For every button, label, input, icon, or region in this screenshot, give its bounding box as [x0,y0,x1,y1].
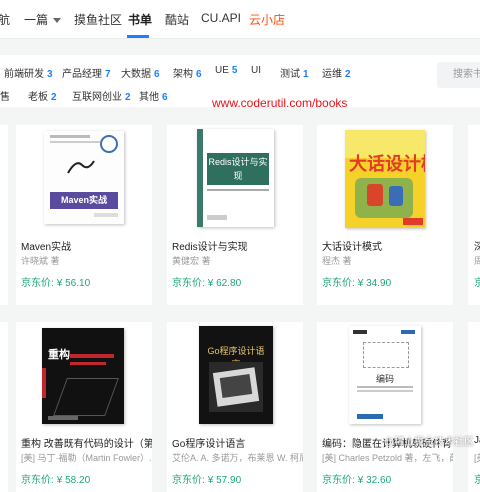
book-card-redis[interactable]: Redis设计与实现 Redis设计与实现 黄健宏 著 京东价: ¥ 62.80 [167,125,303,305]
book-card-dahua[interactable]: 大话设计模式 大话设计模式 程杰 著 京东价:¥ 34.90 [317,125,453,305]
book-price: 京东价: ¥ 58.20 [21,475,91,486]
book-price: 京东价: ¥ 57.90 [172,475,242,486]
nav-item-kuzhan[interactable]: 酷站 [165,11,189,28]
nav-item-yunxiaodian[interactable]: 云小店 [249,11,285,28]
top-nav: 航 一篇 摸鱼社区 书单 酷站 CU.API 云小店 [0,0,480,39]
chevron-down-icon [53,18,62,24]
nav-item-label: 一篇 [24,13,49,27]
book-title[interactable]: 深 [474,238,480,253]
book-price: 京东价: ¥ 32.60 [322,475,392,486]
book-cover: Redis设计与实现 [167,125,303,228]
book-title[interactable]: Redis设计与实现 [172,238,248,253]
book-card-maven[interactable]: Maven实战 Maven实战 许晓斌 著 京东价: ¥ 56.10 [16,125,152,305]
book-author: [美 [474,453,480,463]
book-title[interactable]: 大话设计模式 [322,238,382,253]
active-tab-indicator [127,35,149,38]
book-price: 京东价: ¥ 56.10 [21,278,91,289]
maven-book-image: Maven实战 [44,131,124,224]
category-ue[interactable]: UE 5 [215,65,237,76]
dahua-book-image: 大话设计模式 [345,130,425,228]
book-price: 京东价: ¥ 62.80 [172,278,242,289]
category-testing[interactable]: 测试 1 [280,65,309,80]
category-ui[interactable]: UI [251,65,264,76]
category-bigdata[interactable]: 大数据 6 [121,65,160,80]
category-other[interactable]: 其他 6 [139,88,168,103]
search-input[interactable]: 搜索书籍 [437,62,480,88]
category-pm[interactable]: 产品经理 7 [62,65,111,80]
book-price: 京东价: ¥ 34.90 [322,278,392,289]
book-title[interactable]: Maven实战 [21,238,71,253]
category-boss[interactable]: 老板 2 [28,88,57,103]
book-card-refactoring[interactable]: 重构 重构 改善既有代码的设计（第... [美] 马丁·福勒（Martin Fo… [16,322,152,492]
nav-item-cuapi[interactable]: CU.API [201,11,241,25]
book-author: [美] Charles Petzold 著，左飞，薛... [322,453,453,463]
book-title[interactable]: 重构 改善既有代码的设计（第... [21,435,152,450]
nav-item-shudan[interactable]: 书单 [128,11,152,28]
refactoring-book-image: 重构 [42,328,124,424]
book-author: 艾伦A. A. 多诺万，布莱恩 W. 柯尼汉 著，... [172,453,303,463]
book-author: 黄健宏 著 [172,256,211,266]
book-cover: Go程序设计语言 [167,322,303,425]
book-author: [美] 马丁·福勒（Martin Fowler）... [21,453,152,463]
nav-item-hang[interactable]: 航 [0,11,10,28]
book-cover: 重构 [16,322,152,425]
go-book-image: Go程序设计语言 [199,326,273,424]
category-frontend[interactable]: 前端研发 3 [4,65,53,80]
book-card-partial[interactable]: 深 周 京东 [468,125,480,305]
promo-url: www.coderutil.com/books [212,96,348,110]
book-price: 京东 [474,278,480,289]
book-card-partial[interactable]: Ja [美 京东 [468,322,480,492]
book-author: 程杰 著 [322,256,352,266]
book-card-code[interactable]: 编码 编码：隐匿在计算机软硬件背... [美] Charles Petzold … [317,322,453,492]
category-architecture[interactable]: 架构 6 [173,65,202,80]
book-card[interactable] [0,322,8,492]
book-author: 周 [474,256,480,266]
code-book-image: 编码 [349,326,421,424]
book-cover: 大话设计模式 [317,125,453,228]
book-cover: 编码 [317,322,453,425]
book-card[interactable] [0,125,8,305]
book-title[interactable]: Ja [474,435,480,446]
nav-item-yipian[interactable]: 一篇 [24,11,62,28]
nav-item-moyu[interactable]: 摸鱼社区 [74,11,122,28]
book-cover: Maven实战 [16,125,152,228]
category-startup[interactable]: 互联网创业 2 [72,88,131,103]
book-author: 许晓斌 著 [21,256,60,266]
watermark: @稀土掘金技术社区 [384,437,475,448]
book-card-go[interactable]: Go程序设计语言 Go程序设计语言 艾伦A. A. 多诺万，布莱恩 W. 柯尼汉… [167,322,303,492]
redis-book-image: Redis设计与实现 [197,129,274,227]
book-price: 京东 [474,475,480,486]
category-sales[interactable]: 销售 [0,88,13,103]
book-title[interactable]: Go程序设计语言 [172,435,245,450]
category-ops[interactable]: 运维 2 [322,65,351,80]
